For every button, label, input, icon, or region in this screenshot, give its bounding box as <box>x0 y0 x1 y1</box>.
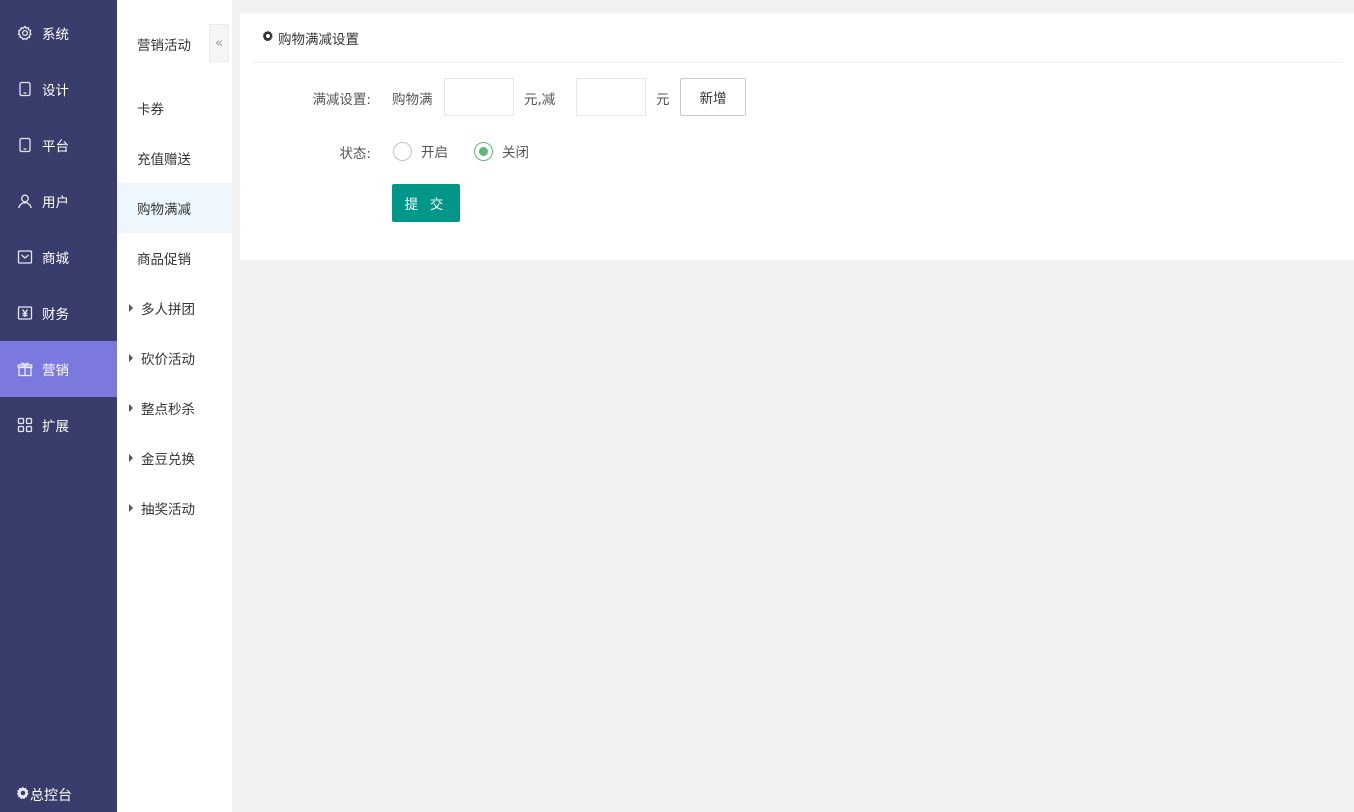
nav-item-label: 财务 <box>42 307 69 323</box>
subnav-item-group-buy[interactable]: 多人拼团 <box>117 283 232 333</box>
status-radio-off[interactable]: 关闭 <box>474 141 529 161</box>
subnav-item-product-promotion[interactable]: 商品促销 <box>117 233 232 283</box>
yen-icon <box>16 304 34 322</box>
caret-right-icon <box>129 354 133 362</box>
nav-item-label: 扩展 <box>42 419 69 435</box>
subnav-item-label: 砍价活动 <box>141 352 195 368</box>
rule-label: 满减设置: <box>312 92 371 108</box>
radio-circle[interactable] <box>393 141 412 161</box>
rule-suffix: 元 <box>656 92 670 108</box>
collapse-sidebar-button[interactable]: « <box>209 24 229 62</box>
panel-title: 购物满减设置 <box>278 31 359 48</box>
subnav-item-coupon[interactable]: 卡券 <box>117 83 232 133</box>
gear-icon <box>16 786 30 804</box>
nav-item-label: 平台 <box>42 139 69 155</box>
rule-prefix: 购物满 <box>392 92 433 108</box>
nav-item-platform[interactable]: 平台 <box>0 117 117 173</box>
subnav-item-full-reduction[interactable]: 购物满减 <box>117 183 232 233</box>
top-bar <box>232 0 1354 6</box>
subnav-title: 营销活动 <box>137 38 191 54</box>
nav-item-label: 设计 <box>42 83 69 99</box>
discount-amount-input[interactable] <box>576 78 646 116</box>
gear-icon <box>16 24 34 42</box>
nav-item-extension[interactable]: 扩展 <box>0 397 117 453</box>
caret-right-icon <box>129 404 133 412</box>
subnav-item-label: 卡券 <box>137 102 164 118</box>
nav-item-label: 营销 <box>42 363 69 379</box>
nav-item-label: 用户 <box>42 195 69 211</box>
nav-item-label: 商城 <box>42 251 69 267</box>
subnav-item-label: 整点秒杀 <box>141 402 195 418</box>
nav-item-design[interactable]: 设计 <box>0 61 117 117</box>
nav-item-marketing[interactable]: 营销 <box>0 341 117 397</box>
tablet-icon <box>16 136 34 154</box>
subnav-item-label: 多人拼团 <box>141 302 195 318</box>
main-sidebar: 系统 设计 平台 用户 商城 财务 营销 扩展 总控台 <box>0 0 117 812</box>
subnav-item-recharge-gift[interactable]: 充值赠送 <box>117 133 232 183</box>
status-label: 状态: <box>339 146 371 162</box>
tablet-icon <box>16 80 34 98</box>
nav-item-user[interactable]: 用户 <box>0 173 117 229</box>
double-chevron-left-icon: « <box>215 35 223 51</box>
settings-panel: 购物满减设置 满减设置: 购物满 元,减 元 新增 状态: 开启 关闭 提 交 <box>240 13 1354 260</box>
grid-icon <box>16 416 34 434</box>
user-icon <box>16 192 34 210</box>
threshold-amount-input[interactable] <box>444 78 514 116</box>
subnav-item-label: 金豆兑换 <box>141 452 195 468</box>
subnav-item-label: 抽奖活动 <box>141 502 195 518</box>
panel-header: 购物满减设置 <box>252 13 1342 63</box>
caret-right-icon <box>129 504 133 512</box>
subnav-item-lottery[interactable]: 抽奖活动 <box>117 483 232 533</box>
radio-circle[interactable] <box>474 141 493 161</box>
nav-item-label: 系统 <box>42 27 69 43</box>
radio-label: 关闭 <box>502 145 529 161</box>
subnav-item-flash-sale[interactable]: 整点秒杀 <box>117 383 232 433</box>
nav-item-mall[interactable]: 商城 <box>0 229 117 285</box>
nav-item-finance[interactable]: 财务 <box>0 285 117 341</box>
subnav-item-label: 充值赠送 <box>137 152 191 168</box>
add-rule-button[interactable]: 新增 <box>680 78 746 116</box>
subnav-item-gold-bean-exchange[interactable]: 金豆兑换 <box>117 433 232 483</box>
subnav-item-bargain[interactable]: 砍价活动 <box>117 333 232 383</box>
subnav-item-label: 购物满减 <box>137 202 191 218</box>
subnav-item-label: 商品促销 <box>137 252 191 268</box>
rule-middle-text: 元,减 <box>524 92 556 108</box>
submit-button[interactable]: 提 交 <box>392 184 460 222</box>
radio-label: 开启 <box>421 145 448 161</box>
mail-icon <box>16 248 34 266</box>
gift-icon <box>16 360 34 378</box>
gear-icon <box>262 30 274 46</box>
console-link[interactable]: 总控台 <box>0 778 117 812</box>
sub-sidebar: 营销活动 « 卡券 充值赠送 购物满减 商品促销 多人拼团 砍价活动 整点秒杀 … <box>117 0 232 812</box>
nav-item-system[interactable]: 系统 <box>0 5 117 61</box>
status-radio-on[interactable]: 开启 <box>393 141 448 161</box>
console-label: 总控台 <box>30 788 72 804</box>
caret-right-icon <box>129 454 133 462</box>
caret-right-icon <box>129 304 133 312</box>
